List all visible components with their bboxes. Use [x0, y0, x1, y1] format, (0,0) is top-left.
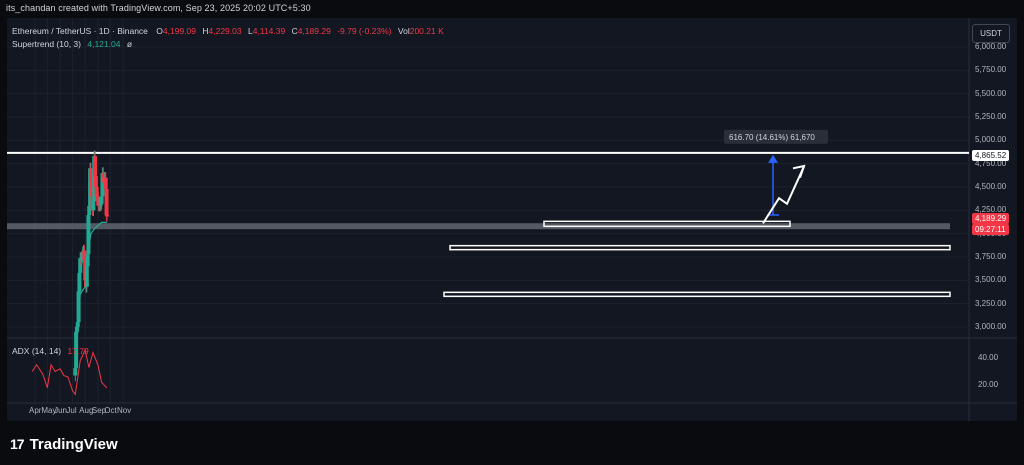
candle-body — [77, 272, 82, 292]
candle-body — [91, 201, 96, 211]
candle-body — [84, 266, 89, 287]
candle-body — [104, 215, 109, 217]
brand-name: TradingView — [29, 435, 118, 453]
chart-area[interactable]: 616.70 (14.61%) 61,670 — [7, 18, 1017, 421]
symbol-name: Ethereum / TetherUS · 1D · Binance — [12, 26, 148, 36]
author-line: its_chandan created with TradingView.com… — [6, 3, 311, 13]
price-axis-tick: 5,750.00 — [975, 65, 1007, 75]
open-label: O — [156, 26, 163, 36]
support-box-2 — [449, 244, 951, 251]
candle-body — [85, 254, 90, 267]
support-box-3 — [443, 291, 951, 298]
tradingview-brand[interactable]: 17 TradingView — [10, 434, 118, 454]
adx-label: ADX (14, 14) — [12, 346, 62, 356]
supertrend-value: 4,121.04 — [87, 39, 121, 49]
support-zone-gray — [7, 223, 950, 230]
time-axis-tick: Nov — [116, 406, 132, 415]
adx-value: 17.79 — [67, 346, 89, 356]
candle-body — [75, 322, 80, 327]
candle-body — [99, 196, 104, 204]
adx-axis-tick: 40.00 — [978, 353, 999, 362]
price-axis-tick: 3,250.00 — [975, 298, 1007, 308]
price-axis-tick: 4,500.00 — [975, 182, 1007, 191]
symbol-legend[interactable]: Ethereum / TetherUS · 1D · Binance O4,19… — [12, 26, 444, 36]
tradingview-snapshot: its_chandan created with TradingView.com… — [0, 0, 1024, 465]
candle-body — [103, 177, 108, 189]
adx-legend[interactable]: ADX (14, 14) 17.79 — [12, 346, 89, 356]
time-axis-tick: Jun — [54, 406, 67, 415]
currency-button[interactable]: USDT — [972, 24, 1010, 43]
supertrend-legend[interactable]: Supertrend (10, 3) 4,121.04 ø — [12, 39, 132, 49]
forecast-arrowhead — [792, 164, 806, 178]
adx-layer — [31, 348, 108, 396]
price-axis-tick: 3,000.00 — [975, 322, 1007, 331]
price-axis-tick: 5,250.00 — [975, 112, 1007, 121]
candle-body — [93, 156, 98, 176]
vol-label: Vol — [397, 26, 410, 36]
last-price-tag: 4,189.29 — [972, 213, 1010, 224]
measure-label: 616.70 (14.61%) 61,670 — [729, 133, 815, 142]
price-axis-tick: 6,000.00 — [975, 42, 1007, 51]
time-axis-tick: Apr — [29, 406, 42, 415]
high-value: 4,229.03 — [208, 26, 242, 36]
price-chart-svg[interactable]: 616.70 (14.61%) 61,670 — [7, 18, 1017, 421]
tradingview-logo-icon: 17 — [10, 436, 25, 452]
supertrend-label: Supertrend (10, 3) — [12, 39, 81, 49]
candle-body — [76, 291, 81, 323]
price-axis-tick: 3,750.00 — [975, 252, 1007, 261]
vol-value: 200.21 K — [409, 26, 444, 36]
price-axis-tick: 5,500.00 — [975, 88, 1007, 98]
candle-body — [93, 175, 98, 187]
level-lines — [7, 151, 969, 298]
resistance-price-tag: 4,865.52 — [972, 150, 1010, 161]
candle-body — [86, 215, 91, 255]
annotation-layer: 616.70 (14.61%) 61,670 — [724, 129, 828, 224]
low-value: 4,114.39 — [252, 26, 286, 36]
adx-axis-tick: 20.00 — [978, 380, 999, 389]
open-value: 4,199.09 — [162, 26, 196, 36]
forecast-path — [762, 166, 805, 224]
candle-body — [98, 203, 103, 206]
supertrend-extra: ø — [126, 39, 133, 49]
price-axis-tick: 5,000.00 — [975, 135, 1007, 145]
time-axis-tick: Oct — [104, 406, 117, 415]
measure-arrowhead — [768, 154, 778, 163]
price-axis-tick: 3,500.00 — [975, 275, 1007, 285]
change-value: -9.79 (-0.23%) — [337, 26, 392, 36]
close-value: 4,189.29 — [297, 26, 331, 36]
countdown-tag: 09:27:11 — [972, 224, 1009, 235]
grid-lines — [7, 18, 1017, 421]
time-axis-tick: Jul — [66, 406, 77, 415]
adx-line — [31, 348, 108, 396]
candle-body — [73, 368, 78, 376]
